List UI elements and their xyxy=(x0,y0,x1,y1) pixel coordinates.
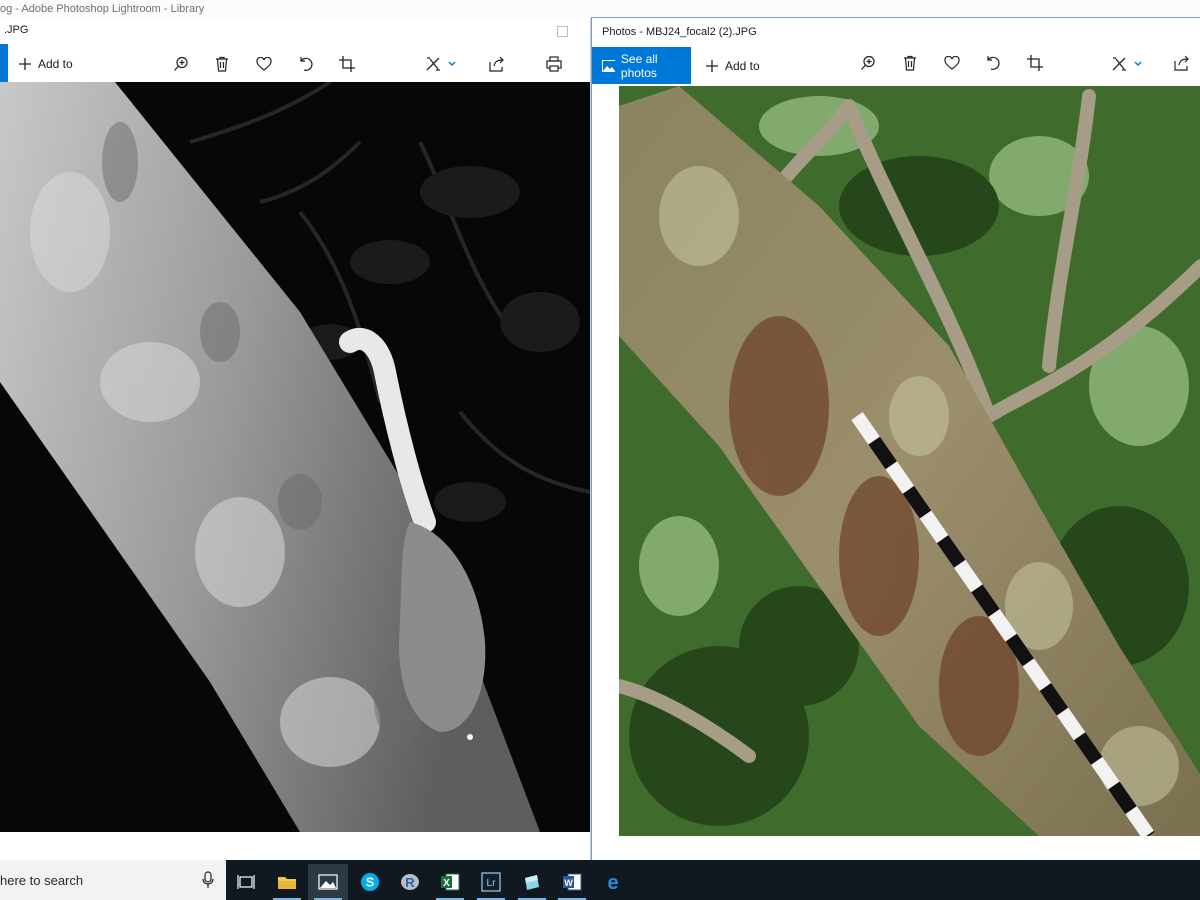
skype-letter: S xyxy=(366,875,375,890)
excel-icon: X xyxy=(441,873,460,891)
left-zoom-button[interactable] xyxy=(171,54,191,74)
left-photos-window: .JPG Add to xyxy=(0,18,590,860)
left-crop-button[interactable] xyxy=(337,54,357,74)
lightroom-button[interactable]: Lr xyxy=(471,864,511,900)
right-share-button[interactable] xyxy=(1172,53,1192,73)
left-window-titlebar[interactable]: .JPG xyxy=(0,18,590,44)
edge-letter: e xyxy=(607,872,618,892)
heart-icon xyxy=(256,57,272,71)
edit-create-icon xyxy=(1112,57,1142,71)
left-window-title: .JPG xyxy=(4,24,29,36)
rotate-icon xyxy=(300,57,313,71)
skype-icon: S xyxy=(361,873,379,891)
skype-button[interactable]: S xyxy=(350,864,390,900)
delete-icon xyxy=(216,56,228,72)
left-add-to-label: Add to xyxy=(38,57,73,71)
microphone-icon[interactable] xyxy=(202,871,214,889)
word-icon: W xyxy=(563,873,582,891)
background-window-titlebar: og - Adobe Photoshop Lightroom - Library xyxy=(0,0,1200,18)
left-favorite-button[interactable] xyxy=(254,54,274,74)
camera-trap-image xyxy=(0,82,590,832)
right-window-title: Photos - MBJ24_focal2 (2).JPG xyxy=(602,26,757,38)
word-letter: W xyxy=(564,878,573,888)
right-photos-window: Photos - MBJ24_focal2 (2).JPG See all ph… xyxy=(591,17,1200,862)
right-add-to-button[interactable]: Add to xyxy=(705,55,760,77)
edge-icon: e xyxy=(607,872,618,892)
right-edit-create-button[interactable] xyxy=(1110,54,1144,74)
left-share-button[interactable] xyxy=(487,54,507,74)
edge-button[interactable]: e xyxy=(593,864,633,900)
right-add-to-label: Add to xyxy=(725,59,760,73)
right-delete-button[interactable] xyxy=(900,53,920,73)
heart-icon xyxy=(944,56,960,70)
right-rotate-button[interactable] xyxy=(983,53,1003,73)
edit-create-icon xyxy=(426,57,456,71)
excel-button[interactable]: X xyxy=(430,864,470,900)
app-button[interactable] xyxy=(512,864,552,900)
word-button[interactable]: W xyxy=(552,864,592,900)
share-icon xyxy=(1174,55,1189,71)
r-letter: R xyxy=(405,875,415,890)
tree-trunk-photo xyxy=(619,86,1200,836)
left-rotate-button[interactable] xyxy=(296,54,316,74)
left-window-toolbar: Add to xyxy=(0,44,590,84)
plus-icon xyxy=(19,58,31,70)
file-explorer-button[interactable] xyxy=(267,864,307,900)
right-favorite-button[interactable] xyxy=(942,53,962,73)
delete-icon xyxy=(904,55,916,71)
right-zoom-button[interactable] xyxy=(858,53,878,73)
excel-letter: X xyxy=(443,878,450,889)
r-button[interactable]: R xyxy=(390,864,430,900)
app-icon xyxy=(525,875,539,890)
camera-trap-photo xyxy=(0,82,590,832)
right-window-toolbar: Add to xyxy=(592,44,1200,84)
task-view-icon xyxy=(237,875,255,889)
print-icon xyxy=(546,56,562,72)
left-add-to-button[interactable]: Add to xyxy=(18,53,73,75)
tree-trunk-image xyxy=(619,86,1200,836)
photos-icon xyxy=(318,874,338,890)
background-window-title: og - Adobe Photoshop Lightroom - Library xyxy=(0,3,205,15)
maximize-icon[interactable] xyxy=(557,26,568,37)
task-view-button[interactable] xyxy=(226,864,266,900)
share-icon xyxy=(489,56,504,72)
crop-icon xyxy=(339,56,355,72)
photos-app-button[interactable] xyxy=(308,864,348,900)
search-box[interactable]: here to search xyxy=(0,860,226,900)
file-explorer-icon xyxy=(278,877,296,889)
right-crop-button[interactable] xyxy=(1025,53,1045,73)
taskbar: here to search S R X Lr W e xyxy=(0,860,1200,900)
crop-icon xyxy=(1027,55,1043,71)
right-window-titlebar[interactable]: Photos - MBJ24_focal2 (2).JPG xyxy=(592,18,1200,44)
left-delete-button[interactable] xyxy=(212,54,232,74)
lightroom-letters: Lr xyxy=(487,878,497,889)
zoom-in-icon xyxy=(861,55,875,70)
left-edit-create-button[interactable] xyxy=(424,54,458,74)
search-placeholder: here to search xyxy=(0,872,84,888)
zoom-in-icon xyxy=(174,56,188,71)
rotate-icon xyxy=(987,56,1000,70)
lightroom-icon: Lr xyxy=(481,872,501,892)
r-icon: R xyxy=(401,874,419,890)
plus-icon xyxy=(706,60,718,72)
left-print-button[interactable] xyxy=(544,54,564,74)
